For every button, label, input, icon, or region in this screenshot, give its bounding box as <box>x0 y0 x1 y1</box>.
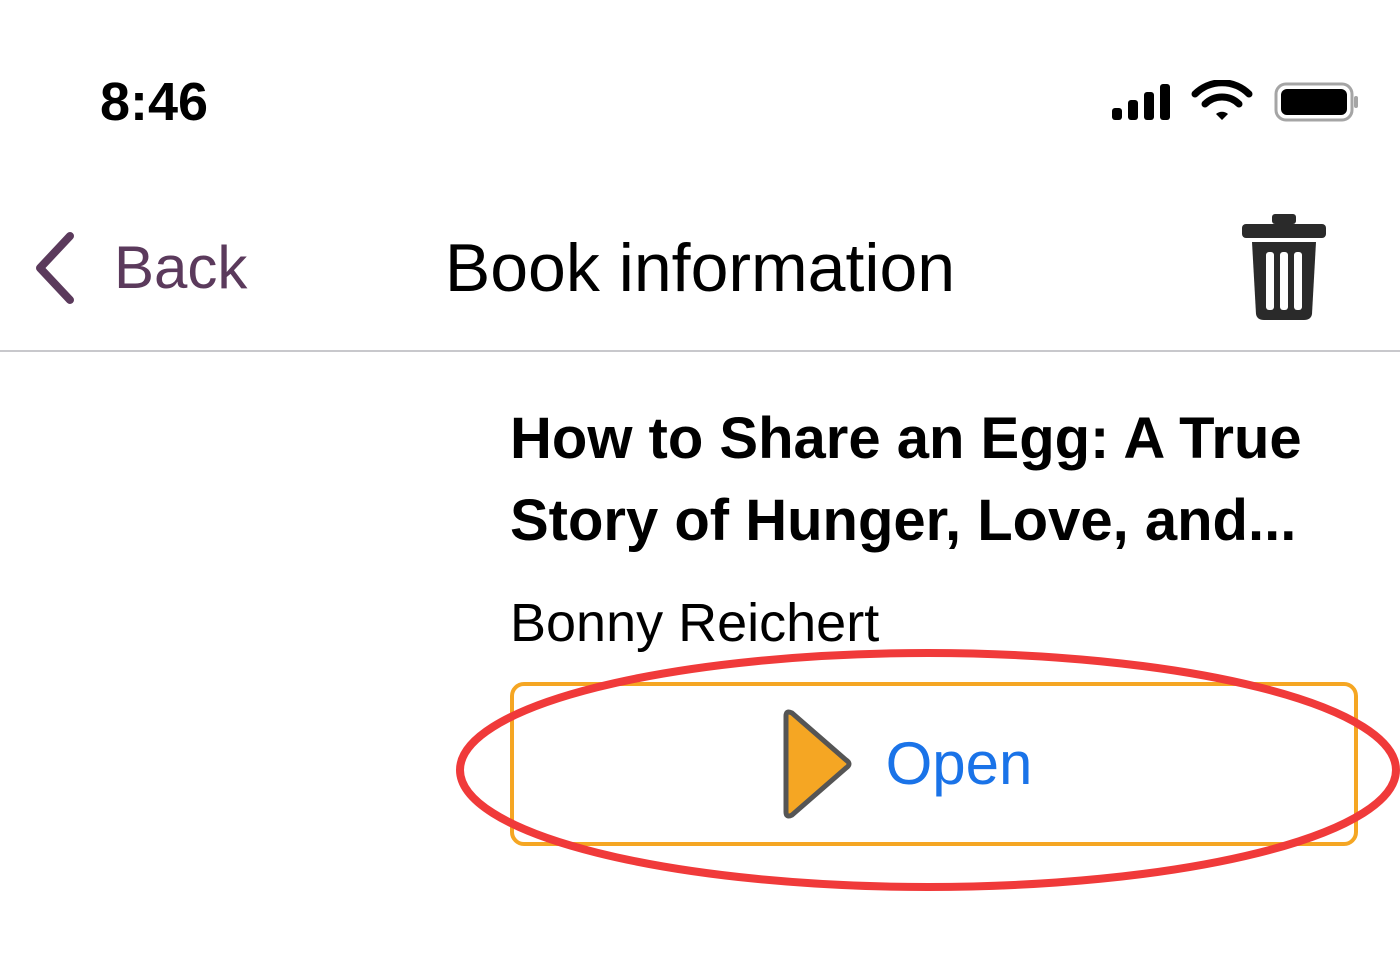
open-button[interactable]: Open <box>510 682 1358 846</box>
battery-icon <box>1274 82 1358 122</box>
back-button[interactable]: Back <box>30 228 247 308</box>
wifi-icon <box>1191 80 1253 120</box>
status-time: 8:46 <box>100 72 209 132</box>
page-title: Book information <box>444 230 956 306</box>
open-label: Open <box>885 730 1033 797</box>
chevron-left-icon <box>36 232 74 304</box>
nav-divider <box>0 350 1400 352</box>
cellular-signal-icon <box>1112 84 1170 120</box>
book-author: Bonny Reichert <box>510 593 880 653</box>
trash-icon[interactable] <box>1238 212 1330 322</box>
back-label: Back <box>114 234 248 301</box>
play-icon <box>783 709 852 819</box>
book-title: How to Share an Egg: A True Story of Hun… <box>510 406 1302 553</box>
book-information-screen: 8:46 Back Book information How to Share … <box>0 0 1400 953</box>
status-icons <box>1112 80 1358 122</box>
